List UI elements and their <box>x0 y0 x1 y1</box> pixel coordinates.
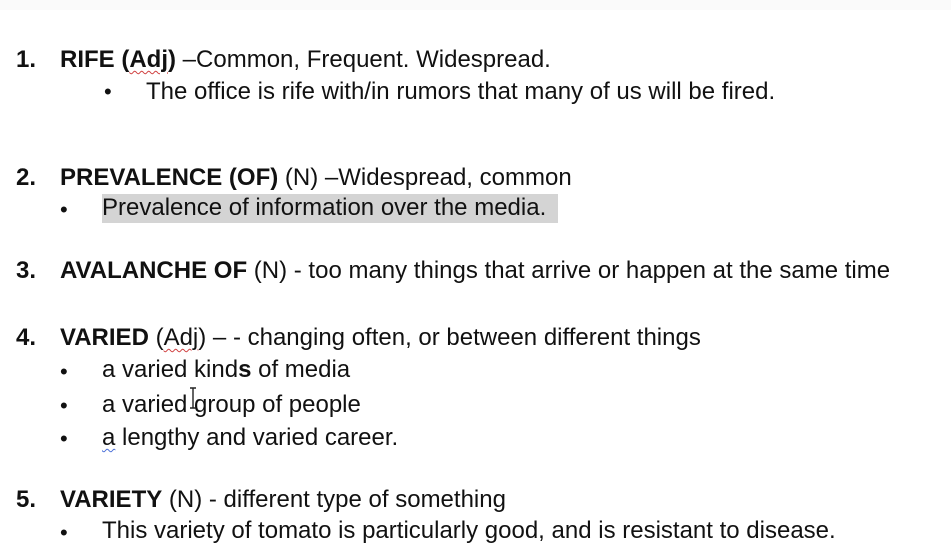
entry-definition: - different type of something <box>202 486 506 513</box>
bullet-icon: • <box>104 79 112 104</box>
example-text: a <box>102 424 116 451</box>
bullet-icon: • <box>60 197 68 222</box>
pos-open: ( <box>148 324 164 351</box>
entry-definition: - too many things that arrive or happen … <box>287 257 891 284</box>
text-selection[interactable]: Prevalence of information over the media… <box>102 194 559 223</box>
entry-definition: – - changing often, or between different… <box>206 324 701 351</box>
example-text: lengthy and varied career. <box>115 424 399 451</box>
entry-term: RIFE <box>60 46 115 73</box>
example-sentence: This variety of tomato is particularly g… <box>102 517 836 544</box>
entry-definition: –Common, Frequent. Widespread. <box>176 46 551 73</box>
pos-open: ( <box>114 46 130 73</box>
example-sentence: The office is rife with/in rumors that m… <box>146 78 776 105</box>
example-sentence: a varied group of people <box>102 391 361 418</box>
part-of-speech: Adj <box>163 324 199 351</box>
entry-term: VARIED <box>60 324 149 351</box>
example-text-bold: s <box>238 356 252 383</box>
example-sentence: a varied kinds of media <box>102 358 350 382</box>
part-of-speech: (N) <box>162 486 203 513</box>
entry-term: AVALANCHE OF <box>60 257 248 284</box>
entry-number: 2. <box>16 164 37 191</box>
bullet-icon: • <box>60 520 68 545</box>
entry-term: PREVALENCE (OF) <box>60 164 279 191</box>
entry-heading: VARIED (Adj) – - changing often, or betw… <box>60 326 701 350</box>
part-of-speech: Adj <box>129 46 169 73</box>
example-sentence-highlighted[interactable]: Prevalence of information over the media… <box>102 194 559 223</box>
pos-close: ) <box>168 46 177 73</box>
top-edge <box>0 0 951 10</box>
bullet-icon: • <box>60 359 68 384</box>
bullet-icon: • <box>60 393 68 418</box>
entry-number: 4. <box>16 324 37 351</box>
example-text: of media <box>251 356 351 383</box>
entry-number: 3. <box>16 257 37 284</box>
part-of-speech: (N) <box>247 257 288 284</box>
entry-heading: AVALANCHE OF (N) - too many things that … <box>60 259 890 283</box>
entry-number: 1. <box>16 46 37 73</box>
example-text: a varied kind <box>102 356 239 383</box>
entry-heading: RIFE (Adj) –Common, Frequent. Widespread… <box>60 48 551 72</box>
entry-definition: –Widespread, common <box>318 164 572 191</box>
document-page: { "entries": [ { "number": "1.", "term":… <box>0 0 951 560</box>
entry-term: VARIETY <box>60 486 163 513</box>
example-sentence: a lengthy and varied career. <box>102 426 398 450</box>
entry-heading: VARIETY (N) - different type of somethin… <box>60 488 506 512</box>
entry-number: 5. <box>16 486 37 513</box>
entry-heading: PREVALENCE (OF) (N) –Widespread, common <box>60 166 572 190</box>
text-cursor-icon <box>190 387 196 409</box>
part-of-speech: (N) <box>278 164 319 191</box>
bullet-icon: • <box>60 426 68 451</box>
